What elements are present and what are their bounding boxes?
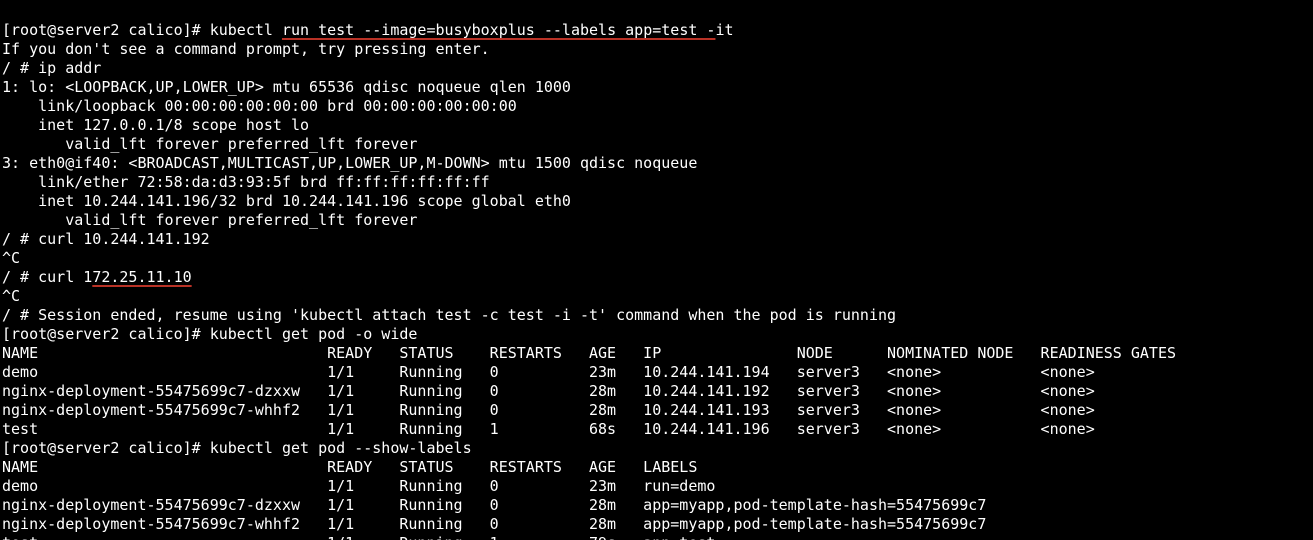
output-line: / # curl 10.244.141.192 — [2, 230, 210, 248]
prompt: [root@server2 calico]# — [2, 439, 210, 457]
output-line: inet 127.0.0.1/8 scope host lo — [2, 116, 309, 134]
output-line: 1: lo: <LOOPBACK,UP,LOWER_UP> mtu 65536 … — [2, 78, 571, 96]
cmd-underlined: run test --image=busyboxplus --labels ap… — [282, 21, 715, 39]
table-row: nginx-deployment-55475699c7-dzxxw 1/1 Ru… — [2, 496, 986, 514]
prompt: [root@server2 calico]# — [2, 21, 210, 39]
output-line: valid_lft forever preferred_lft forever — [2, 211, 417, 229]
output-line: link/loopback 00:00:00:00:00:00 brd 00:0… — [2, 97, 517, 115]
output-line: 3: eth0@if40: <BROADCAST,MULTICAST,UP,LO… — [2, 154, 697, 172]
table-row: nginx-deployment-55475699c7-dzxxw 1/1 Ru… — [2, 382, 1095, 400]
output-line: / # curl 1 — [2, 268, 92, 286]
cmd-text: kubectl get pod -o wide — [210, 325, 418, 343]
output-line: ^C — [2, 287, 20, 305]
table-row: nginx-deployment-55475699c7-whhf2 1/1 Ru… — [2, 401, 1095, 419]
table-row: test 1/1 Running 1 68s 10.244.141.196 se… — [2, 420, 1095, 438]
output-line: / # ip addr — [2, 59, 101, 77]
cmd-text: kubectl get pod --show-labels — [210, 439, 472, 457]
terminal-output[interactable]: [root@server2 calico]# kubectl run test … — [0, 0, 1313, 540]
output-line: inet 10.244.141.196/32 brd 10.244.141.19… — [2, 192, 571, 210]
output-line: link/ether 72:58:da:d3:93:5f brd ff:ff:f… — [2, 173, 490, 191]
table-row: test 1/1 Running 1 79s app=test — [2, 534, 715, 540]
output-line: If you don't see a command prompt, try p… — [2, 40, 490, 58]
cmd-text: it — [715, 21, 733, 39]
table-header: NAME READY STATUS RESTARTS AGE LABELS — [2, 458, 697, 476]
table-row: nginx-deployment-55475699c7-whhf2 1/1 Ru… — [2, 515, 986, 533]
prompt: [root@server2 calico]# — [2, 325, 210, 343]
cmd-text: kubectl — [210, 21, 282, 39]
table-row: demo 1/1 Running 0 23m 10.244.141.194 se… — [2, 363, 1095, 381]
output-line: valid_lft forever preferred_lft forever — [2, 135, 417, 153]
output-line: ^C — [2, 249, 20, 267]
table-header: NAME READY STATUS RESTARTS AGE IP NODE N… — [2, 344, 1176, 362]
table-row: demo 1/1 Running 0 23m run=demo — [2, 477, 715, 495]
output-line: / # Session ended, resume using 'kubectl… — [2, 306, 896, 324]
output-underlined: 72.25.11.10 — [92, 268, 191, 286]
